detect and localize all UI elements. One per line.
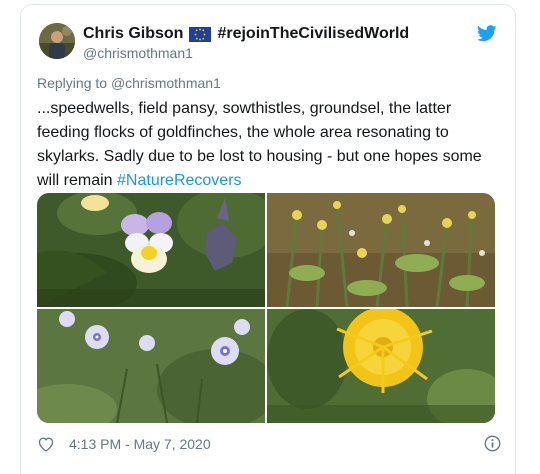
hashtag-link[interactable]: #NatureRecovers: [117, 172, 242, 189]
tweet-body: ...speedwells, field pansy, sowthistles,…: [37, 100, 482, 189]
author-name-row[interactable]: Chris Gibson #rejoinTheCivilisedWorld: [83, 25, 409, 43]
author-tagline: #rejoinTheCivilisedWorld: [217, 25, 410, 42]
tweet-footer: 4:13 PM - May 7, 2020: [37, 433, 501, 455]
reply-mention-link[interactable]: @chrismothman1: [111, 75, 221, 91]
photo-sowthistle[interactable]: [267, 309, 495, 423]
photo-field-pansy[interactable]: [37, 193, 265, 307]
reply-prefix: Replying to: [37, 75, 108, 91]
avatar[interactable]: [39, 23, 75, 59]
tweet-timestamp[interactable]: 4:13 PM - May 7, 2020: [69, 436, 211, 452]
tweet-text: ...speedwells, field pansy, sowthistles,…: [37, 97, 501, 193]
eu-flag-icon: [189, 26, 212, 42]
photo-groundsel[interactable]: [267, 193, 495, 307]
author-name[interactable]: Chris Gibson: [83, 25, 183, 43]
tweet-card: Chris Gibson #rejoinTheCivilisedWorld @c…: [20, 4, 516, 474]
heart-icon[interactable]: [37, 436, 55, 452]
media-grid: [37, 193, 495, 423]
author-handle[interactable]: @chrismothman1: [83, 45, 193, 61]
info-icon[interactable]: [484, 435, 501, 452]
photo-speedwell[interactable]: [37, 309, 265, 423]
twitter-bird-icon[interactable]: [477, 25, 497, 42]
reply-context: Replying to @chrismothman1: [37, 75, 221, 91]
